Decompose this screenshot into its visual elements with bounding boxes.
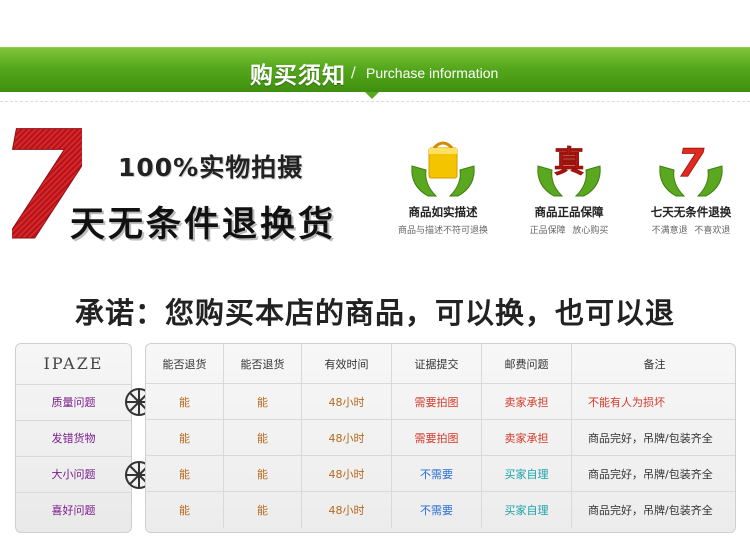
- table-cell: 商品完好，吊牌/包装齐全: [572, 420, 735, 456]
- table-cell: 需要拍图: [392, 420, 482, 456]
- header-cell: 备注: [572, 344, 735, 384]
- table-cell: 能: [146, 492, 224, 528]
- table-cell: 不需要: [392, 492, 482, 528]
- brand-label: IPAZE: [43, 354, 104, 373]
- table-cell: 商品完好，吊牌/包装齐全: [588, 504, 713, 517]
- table-cell: 卖家承担: [482, 420, 572, 456]
- feature-subtitle: 商品与描述不符可退换: [397, 226, 488, 236]
- return-policy-table: 能否退货 能否退货 有效时间 证据提交 邮费问题 备注 能 能 48小时 需要拍…: [145, 343, 736, 533]
- page-subtitle: Purchase information: [366, 65, 499, 81]
- banner-pointer-icon: [365, 92, 379, 99]
- feature-subtitle: 不满意退 不喜欢退: [651, 226, 731, 236]
- issue-preference: 喜好问题: [16, 492, 131, 528]
- table-cell: 能: [224, 492, 302, 528]
- table-cell: 能: [224, 456, 302, 492]
- table-cell: 48小时: [302, 456, 392, 492]
- seven-days-icon: 7: [659, 141, 723, 197]
- feature-seven-days: 7 七天无条件退换 不满意退 不喜欢退: [636, 138, 746, 238]
- promise-statement: 承诺：您购买本店的商品，可以换，也可以退: [74, 296, 675, 330]
- feature-subtitle: 正品保障 放心购买: [529, 226, 609, 236]
- page-title: 购买须知: [250, 63, 346, 89]
- feature-genuine: 真 商品正品保障 正品保障 放心购买: [514, 138, 624, 238]
- header-banner: 购买须知 / Purchase information: [0, 47, 750, 92]
- issue-wrong-item: 发错货物: [16, 420, 131, 456]
- header-cell: 有效时间: [302, 344, 392, 384]
- table-cell: 买家自理: [482, 456, 572, 492]
- slogan-return: 天无条件退换货: [70, 205, 337, 245]
- feature-title: 商品如实描述: [408, 205, 478, 219]
- slogan-photo: 100%实物拍摄: [118, 153, 304, 182]
- table-cell: 买家自理: [482, 492, 572, 528]
- issue-size: 大小问题: [16, 456, 131, 492]
- table-cell: 不需要: [392, 456, 482, 492]
- table-cell: 能: [146, 420, 224, 456]
- table-cell: 需要拍图: [392, 384, 482, 420]
- table-cell: 能: [146, 456, 224, 492]
- title-separator: /: [351, 65, 356, 81]
- genuine-mark-text: 真: [554, 145, 584, 180]
- issue-column: IPAZE 质量问题 发错货物 大小问题 喜好问题: [15, 343, 132, 533]
- table-cell: 48小时: [302, 384, 392, 420]
- feature-title: 七天无条件退换: [650, 205, 732, 219]
- table-cell: 48小时: [302, 492, 392, 528]
- feature-title: 商品正品保障: [534, 205, 604, 219]
- table-cell: 能: [224, 384, 302, 420]
- feature-as-described: 商品如实描述 商品与描述不符可退换: [388, 138, 498, 238]
- header-cell: 能否退货: [224, 344, 302, 384]
- header-cell: 邮费问题: [482, 344, 572, 384]
- table-cell: 能: [224, 420, 302, 456]
- table-cell: 能: [146, 384, 224, 420]
- table-cell: 48小时: [302, 420, 392, 456]
- issue-quality: 质量问题: [16, 384, 131, 420]
- header-cell: 证据提交: [392, 344, 482, 384]
- seven-days-mark: 7: [678, 141, 705, 185]
- genuine-mark-icon: 真: [537, 145, 601, 197]
- table-cell: 商品完好，吊牌/包装齐全: [572, 456, 735, 492]
- shopping-bag-icon: [411, 141, 475, 197]
- table-cell: 卖家承担: [482, 384, 572, 420]
- header-cell: 能否退货: [146, 344, 224, 384]
- table-cell: 不能有人为损坏: [572, 384, 735, 420]
- divider: [0, 101, 750, 102]
